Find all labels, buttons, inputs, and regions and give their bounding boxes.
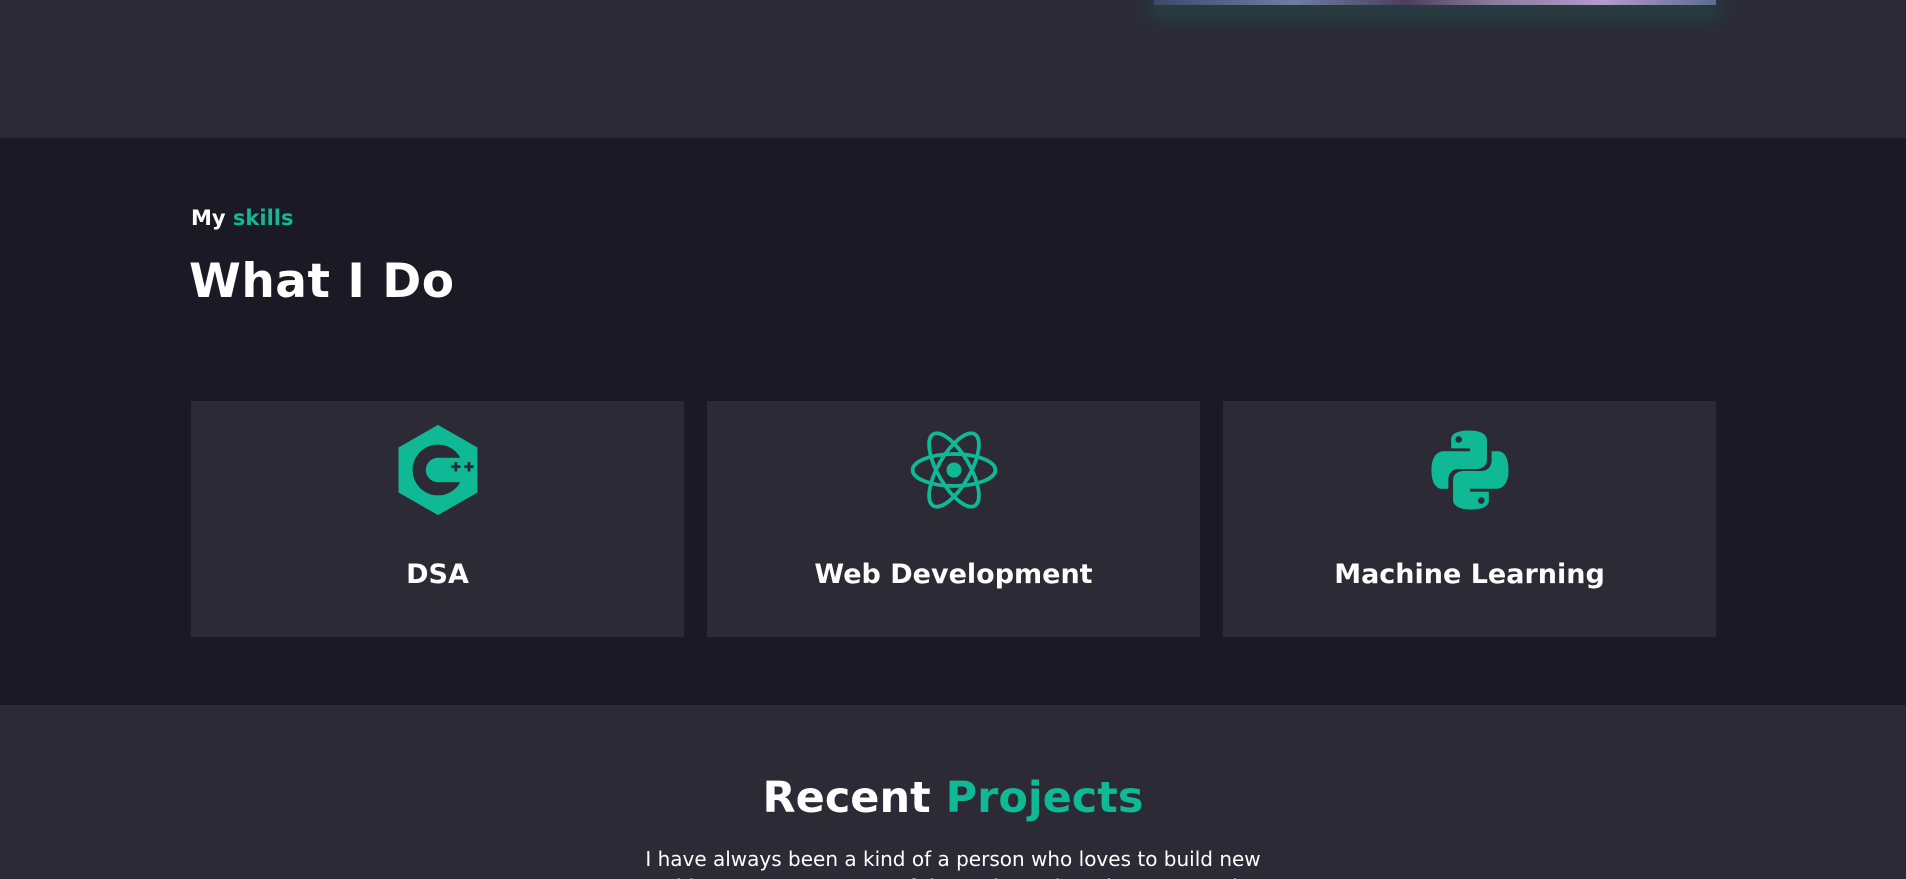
hero-image <box>1154 0 1716 5</box>
projects-title-accent: Projects <box>945 773 1144 823</box>
eyebrow-accent: skills <box>232 206 294 230</box>
cpp-icon <box>391 423 485 517</box>
projects-section: Recent Projects I have always been a kin… <box>0 705 1906 879</box>
projects-description: I have always been a kind of a person wh… <box>645 847 1261 879</box>
skills-eyebrow: My skills <box>191 206 293 230</box>
skill-card-dsa: DSA <box>191 401 684 637</box>
section-title: What I Do <box>189 254 455 309</box>
eyebrow-prefix: My <box>191 206 226 230</box>
hero-section-bottom <box>0 0 1906 138</box>
skill-card-label: DSA <box>406 559 469 590</box>
projects-title-prefix: Recent <box>762 773 931 823</box>
python-icon <box>1423 423 1517 517</box>
skill-card-machine-learning: Machine Learning <box>1223 401 1716 637</box>
skills-section: My skills What I Do DSA Web Development … <box>0 138 1906 705</box>
skill-card-web-development: Web Development <box>707 401 1200 637</box>
skill-card-label: Web Development <box>814 559 1093 590</box>
react-icon <box>907 423 1001 517</box>
projects-title: Recent Projects <box>0 773 1906 823</box>
skill-card-label: Machine Learning <box>1334 559 1605 590</box>
